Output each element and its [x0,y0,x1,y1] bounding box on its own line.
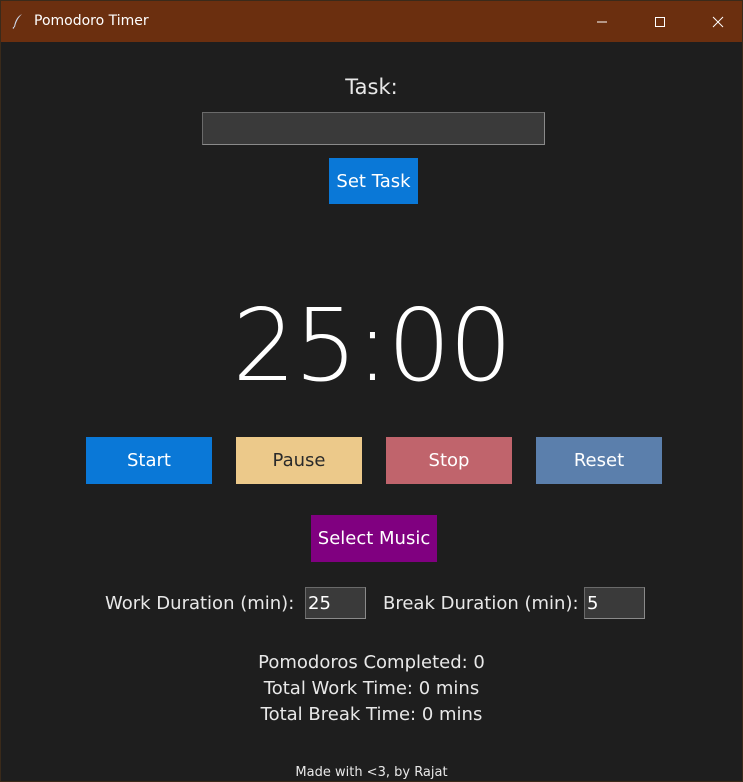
title-bar[interactable]: Pomodoro Timer [1,1,742,42]
break-duration-label: Break Duration (min): [383,593,579,614]
pomodoros-completed: Pomodoros Completed: 0 [258,652,485,673]
minimize-button[interactable] [573,1,631,42]
pause-button[interactable]: Pause [236,437,362,484]
minimize-icon [597,21,607,22]
close-button[interactable] [689,1,743,42]
task-input[interactable] [202,112,545,145]
window-title: Pomodoro Timer [34,13,149,29]
total-break-time: Total Break Time: 0 mins [260,704,483,725]
task-label: Task: [345,75,398,99]
stop-button[interactable]: Stop [386,437,512,484]
select-music-button[interactable]: Select Music [311,515,437,562]
reset-button[interactable]: Reset [536,437,662,484]
work-duration-input[interactable] [305,587,366,619]
maximize-icon [655,16,665,27]
start-button[interactable]: Start [86,437,212,484]
feather-icon [12,14,22,29]
work-duration-label: Work Duration (min): [105,593,295,614]
timer-display: 25:00 [232,287,512,404]
maximize-button[interactable] [631,1,689,42]
break-duration-input[interactable] [584,587,645,619]
pomodoro-window: Pomodoro Timer Task: Set Task 25:00 Star… [0,0,743,782]
footer-credit: Made with <3, by Rajat [295,765,448,780]
total-work-time: Total Work Time: 0 mins [263,678,480,699]
close-icon [712,16,724,27]
set-task-button[interactable]: Set Task [329,158,418,204]
